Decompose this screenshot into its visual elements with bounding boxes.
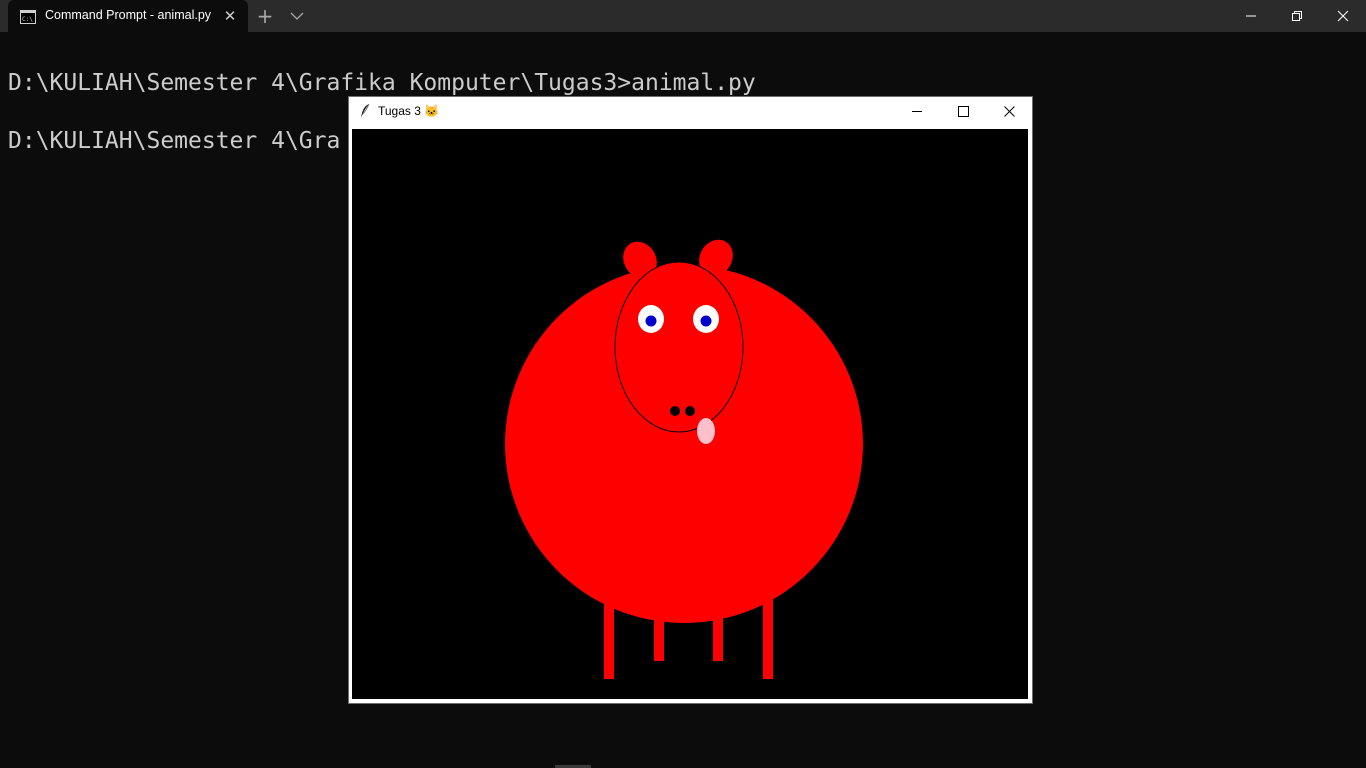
tongue — [697, 418, 715, 444]
close-button[interactable] — [1320, 0, 1366, 32]
cmd-icon: C:\ — [20, 9, 36, 24]
drawing-canvas — [352, 129, 1028, 699]
tab-close-icon[interactable]: ✕ — [222, 8, 238, 24]
tab-command-prompt[interactable]: C:\ Command Prompt - animal.py ✕ — [8, 0, 248, 32]
tk-window: Tugas 3 🐱 — [349, 97, 1032, 703]
close-icon — [1337, 10, 1349, 22]
tk-close-button[interactable] — [986, 97, 1032, 126]
restore-icon — [1292, 11, 1302, 21]
animal-head — [614, 261, 744, 433]
minimize-icon — [912, 111, 922, 112]
nostril — [670, 406, 680, 416]
terminal-line: D:\KULIAH\Semester 4\Gra — [8, 128, 341, 154]
tab-title: Command Prompt - animal.py — [45, 8, 212, 22]
animal-drawing — [505, 239, 863, 679]
close-icon — [1004, 106, 1015, 117]
tab-bar: C:\ Command Prompt - animal.py ✕ + — [0, 0, 1366, 32]
left-pupil — [645, 315, 657, 327]
new-tab-button[interactable]: + — [254, 5, 276, 27]
minimize-button[interactable] — [1228, 0, 1274, 32]
tk-window-title: Tugas 3 🐱 — [378, 104, 440, 118]
right-pupil — [700, 315, 712, 327]
maximize-icon — [958, 106, 969, 117]
tk-maximize-button[interactable] — [940, 97, 986, 126]
feather-icon — [359, 103, 371, 119]
minimize-icon — [1246, 15, 1256, 17]
chevron-down-icon[interactable] — [286, 6, 308, 26]
tk-title-bar[interactable]: Tugas 3 🐱 — [349, 97, 1032, 126]
terminal-line: D:\KULIAH\Semester 4\Grafika Komputer\Tu… — [8, 70, 756, 96]
tk-minimize-button[interactable] — [894, 97, 940, 126]
nostril — [685, 406, 695, 416]
svg-text:C:\: C:\ — [22, 16, 33, 23]
restore-button[interactable] — [1274, 0, 1320, 32]
